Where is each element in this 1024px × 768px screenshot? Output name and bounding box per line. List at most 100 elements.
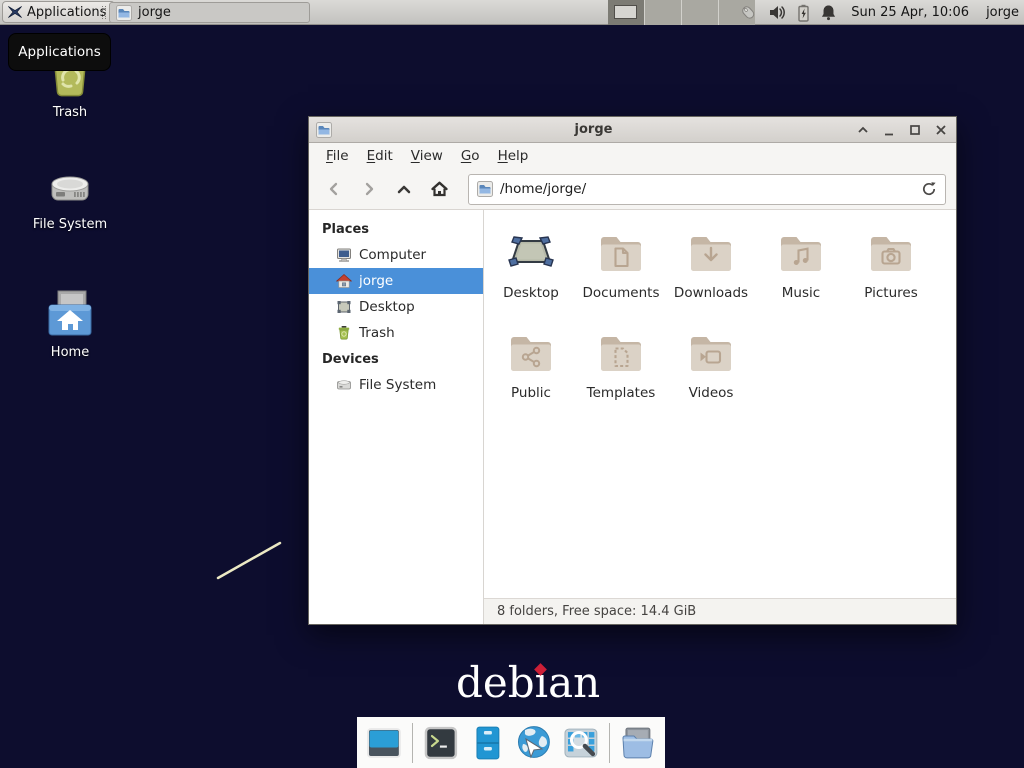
- wallpaper-line: [206, 533, 290, 588]
- menu-help[interactable]: Help: [489, 143, 538, 169]
- sidebar-item-computer[interactable]: Computer: [309, 242, 483, 268]
- workspace-3[interactable]: [682, 0, 719, 25]
- sidebar-item-trash[interactable]: Trash: [309, 320, 483, 346]
- desktop-icon-label: File System: [33, 217, 107, 232]
- file-item-downloads[interactable]: Downloads: [666, 224, 756, 324]
- web-browser-icon[interactable]: [515, 724, 553, 762]
- trash-icon: [336, 325, 352, 341]
- templates-folder-icon: [597, 328, 645, 376]
- applications-menu-button[interactable]: Applications: [2, 1, 115, 23]
- back-icon: [325, 180, 343, 198]
- dock-separator: [609, 723, 610, 763]
- file-item-videos[interactable]: Videos: [666, 324, 756, 424]
- mouse-tray-icon[interactable]: [738, 4, 759, 22]
- music-folder-icon: [777, 228, 825, 276]
- workspace-2[interactable]: [645, 0, 682, 25]
- window-icon: [316, 122, 332, 138]
- debian-logo-text: deb: [456, 658, 535, 707]
- volume-icon[interactable]: [768, 4, 787, 21]
- desktop-icon: [336, 299, 352, 315]
- file-item-documents[interactable]: Documents: [576, 224, 666, 324]
- public-folder-icon: [507, 328, 555, 376]
- desktop-icon-label: Trash: [53, 105, 87, 120]
- toolbar: /home/jorge/: [309, 169, 956, 210]
- location-bar[interactable]: /home/jorge/: [468, 174, 946, 205]
- show-desktop-icon[interactable]: [365, 724, 403, 762]
- home-icon: [336, 273, 352, 289]
- taskbar-window-button[interactable]: jorge: [109, 2, 310, 23]
- downloads-folder-icon: [687, 228, 735, 276]
- file-view: Desktop Documents Downloads Music Pictur…: [484, 210, 956, 624]
- sidebar-item-file-system[interactable]: File System: [309, 372, 483, 398]
- debian-logo-text: an: [548, 658, 600, 707]
- menu-edit[interactable]: Edit: [358, 143, 402, 169]
- file-item-music[interactable]: Music: [756, 224, 846, 324]
- sidebar: Places Computer jorge Desktop Trash Devi…: [309, 210, 484, 624]
- status-text: 8 folders, Free space: 14.4 GiB: [497, 604, 696, 619]
- back-button[interactable]: [319, 174, 349, 204]
- home-button[interactable]: [424, 174, 454, 204]
- workspace-1[interactable]: [608, 0, 645, 25]
- sidebar-item-jorge[interactable]: jorge: [309, 268, 483, 294]
- file-grid[interactable]: Desktop Documents Downloads Music Pictur…: [484, 210, 956, 598]
- sidebar-item-desktop[interactable]: Desktop: [309, 294, 483, 320]
- panel-clock[interactable]: Sun 25 Apr, 10:06: [851, 5, 969, 20]
- reload-icon[interactable]: [921, 181, 937, 197]
- workspace-switcher: [608, 0, 755, 25]
- panel-handle: [102, 6, 106, 19]
- menu-view[interactable]: View: [402, 143, 452, 169]
- application-finder-icon[interactable]: [562, 724, 600, 762]
- hard-drive-icon: [44, 164, 96, 212]
- menu-go[interactable]: Go: [452, 143, 489, 169]
- sidebar-devices-header: Devices: [309, 346, 483, 372]
- applications-menu-icon: [7, 4, 23, 20]
- dock-separator: [412, 723, 413, 763]
- desktop-icon-label: Home: [51, 345, 89, 360]
- minimize-button[interactable]: [881, 122, 897, 138]
- file-item-templates[interactable]: Templates: [576, 324, 666, 424]
- forward-icon: [360, 180, 378, 198]
- location-folder-icon: [477, 181, 493, 197]
- system-tray: Sun 25 Apr, 10:06 jorge: [738, 0, 1019, 25]
- shade-button[interactable]: [855, 122, 871, 138]
- sidebar-places-header: Places: [309, 216, 483, 242]
- computer-icon: [336, 247, 352, 263]
- home-folder-icon: [44, 288, 96, 340]
- notification-bell-icon[interactable]: [820, 4, 837, 21]
- window-folder-icon: [116, 5, 132, 21]
- applications-tooltip-text: Applications: [18, 44, 100, 60]
- debian-logo: debıan: [456, 658, 600, 707]
- pictures-folder-icon: [867, 228, 915, 276]
- workspace-window-thumbnail: [614, 5, 637, 19]
- file-cabinet-icon[interactable]: [469, 724, 507, 762]
- panel-username: jorge: [986, 5, 1019, 20]
- videos-folder-icon: [687, 328, 735, 376]
- menu-file[interactable]: File: [317, 143, 358, 169]
- taskbar-window-label: jorge: [138, 5, 171, 20]
- window-body: Places Computer jorge Desktop Trash Devi…: [309, 210, 956, 624]
- file-item-public[interactable]: Public: [486, 324, 576, 424]
- file-item-desktop[interactable]: Desktop: [486, 224, 576, 324]
- applications-tooltip: Applications: [8, 33, 111, 71]
- up-icon: [395, 180, 413, 198]
- window-titlebar[interactable]: jorge: [309, 117, 956, 143]
- bottom-dock: [357, 717, 665, 768]
- directory-menu-icon[interactable]: [619, 724, 657, 762]
- desktop-icon-file-system[interactable]: File System: [20, 164, 120, 232]
- file-manager-window: jorge File Edit View Go Help: [308, 116, 957, 625]
- desktop-folder-icon: [507, 228, 555, 276]
- status-bar: 8 folders, Free space: 14.4 GiB: [484, 598, 956, 624]
- close-button[interactable]: [933, 122, 949, 138]
- desktop-icon-home[interactable]: Home: [20, 288, 120, 360]
- up-button[interactable]: [389, 174, 419, 204]
- maximize-button[interactable]: [907, 122, 923, 138]
- documents-folder-icon: [597, 228, 645, 276]
- forward-button[interactable]: [354, 174, 384, 204]
- home-icon: [430, 180, 449, 198]
- battery-icon[interactable]: [796, 4, 811, 22]
- menu-bar: File Edit View Go Help: [309, 143, 956, 169]
- file-item-pictures[interactable]: Pictures: [846, 224, 936, 324]
- terminal-icon[interactable]: [422, 724, 460, 762]
- hard-drive-icon: [336, 377, 352, 393]
- location-path[interactable]: /home/jorge/: [500, 181, 914, 197]
